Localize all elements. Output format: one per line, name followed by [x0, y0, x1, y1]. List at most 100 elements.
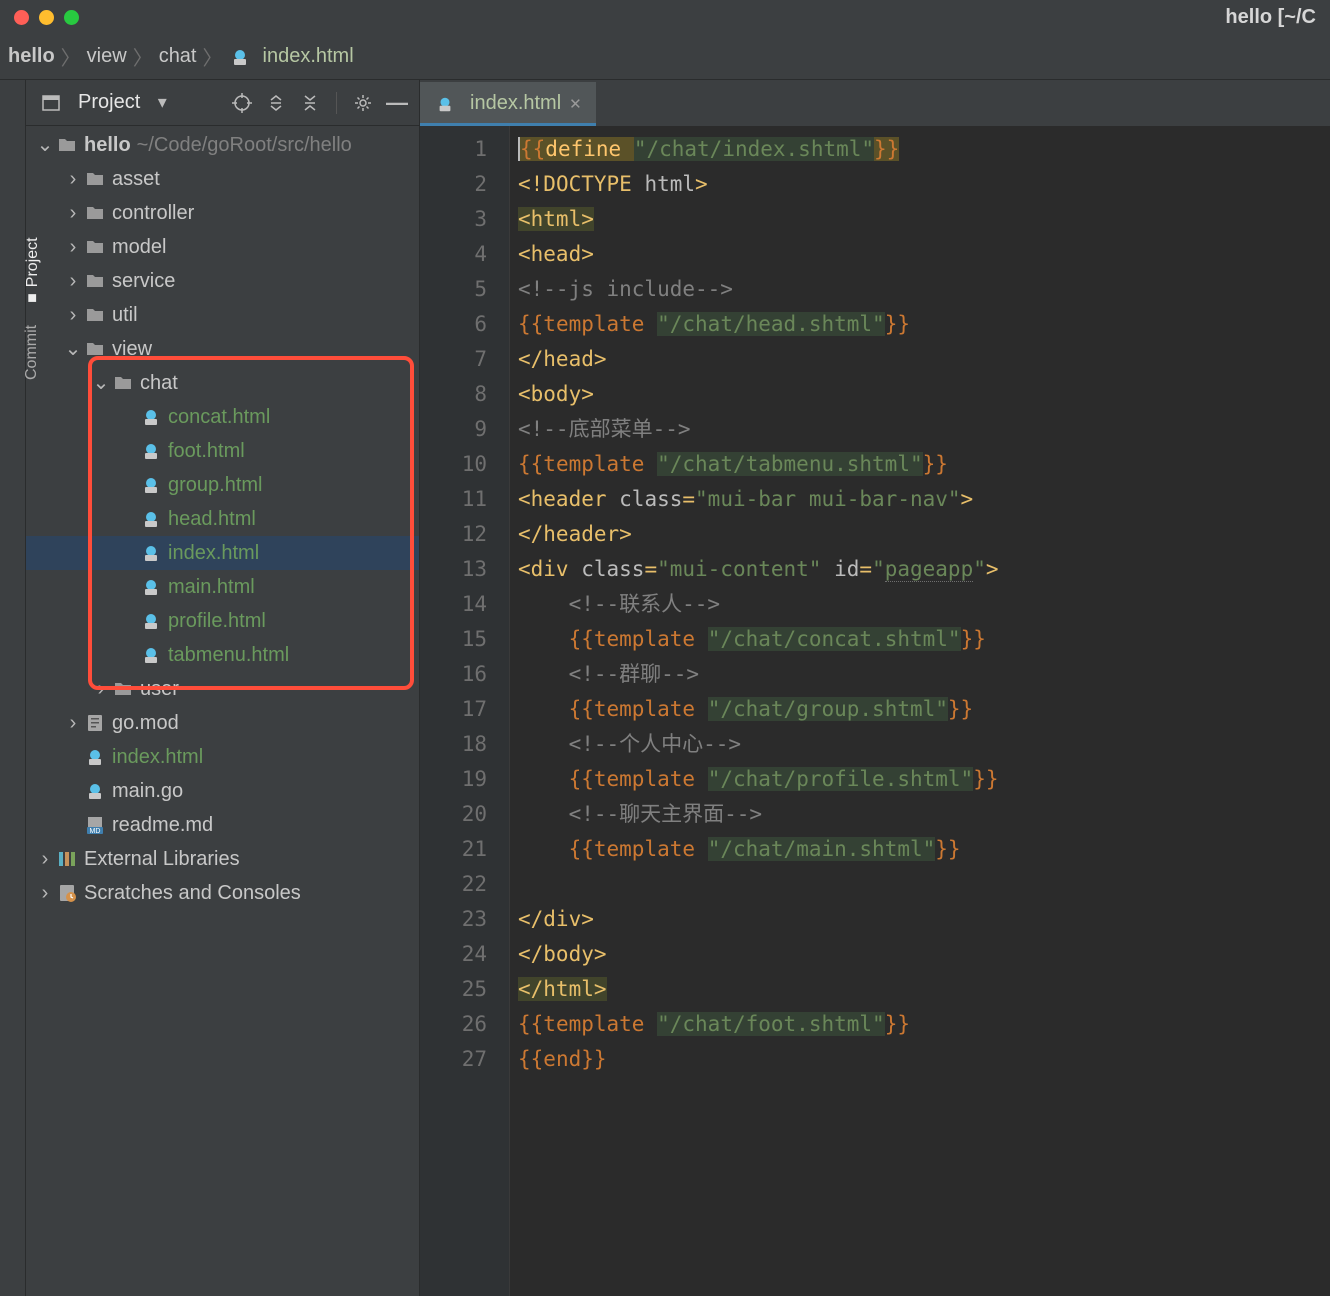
tree-file-readme.md[interactable]: ·MDreadme.md: [26, 808, 419, 842]
line-number[interactable]: 3: [420, 202, 487, 237]
code-line[interactable]: [518, 867, 1330, 902]
chevron-right-icon[interactable]: ›: [34, 842, 56, 876]
line-number[interactable]: 26: [420, 1007, 487, 1042]
code-line[interactable]: {{template "/chat/foot.shtml"}}: [518, 1007, 1330, 1042]
chevron-right-icon[interactable]: ›: [90, 672, 112, 706]
tree-folder-user[interactable]: ›user: [26, 672, 419, 706]
crumb-chat[interactable]: chat: [159, 45, 197, 68]
tree-folder-asset[interactable]: ›asset: [26, 162, 419, 196]
target-icon[interactable]: [230, 91, 254, 115]
project-tree[interactable]: ⌄hello~/Code/goRoot/src/hello›asset›cont…: [26, 126, 419, 1296]
code-line[interactable]: <body>: [518, 377, 1330, 412]
chevron-right-icon[interactable]: ›: [34, 876, 56, 910]
tab-index-html[interactable]: index.html ✕: [420, 82, 596, 126]
code-line[interactable]: <div class="mui-content" id="pageapp">: [518, 552, 1330, 587]
code-line[interactable]: <html>: [518, 202, 1330, 237]
tree-external-libraries[interactable]: ›External Libraries: [26, 842, 419, 876]
chevron-right-icon[interactable]: ›: [62, 162, 84, 196]
collapse-all-icon[interactable]: [298, 91, 322, 115]
line-number[interactable]: 15: [420, 622, 487, 657]
line-number[interactable]: 20: [420, 797, 487, 832]
line-number[interactable]: 17: [420, 692, 487, 727]
tree-root[interactable]: ⌄hello~/Code/goRoot/src/hello: [26, 128, 419, 162]
tree-folder-service[interactable]: ›service: [26, 264, 419, 298]
line-number[interactable]: 18: [420, 727, 487, 762]
tree-file-main.html[interactable]: ·main.html: [26, 570, 419, 604]
code-line[interactable]: </header>: [518, 517, 1330, 552]
line-number[interactable]: 1: [420, 132, 487, 167]
tree-folder-chat[interactable]: ⌄chat: [26, 366, 419, 400]
line-number[interactable]: 24: [420, 937, 487, 972]
chevron-right-icon[interactable]: ›: [62, 230, 84, 264]
code-line[interactable]: </body>: [518, 937, 1330, 972]
code-line[interactable]: <!--js include-->: [518, 272, 1330, 307]
code-editor[interactable]: 1234567891011121314151617181920212223242…: [420, 126, 1330, 1296]
line-number[interactable]: 2: [420, 167, 487, 202]
line-number[interactable]: 19: [420, 762, 487, 797]
code-line[interactable]: {{template "/chat/main.shtml"}}: [518, 832, 1330, 867]
code-line[interactable]: {{define "/chat/index.shtml"}}: [518, 132, 1330, 167]
code-line[interactable]: {{template "/chat/profile.shtml"}}: [518, 762, 1330, 797]
code-line[interactable]: {{end}}: [518, 1042, 1330, 1077]
code-line[interactable]: </div>: [518, 902, 1330, 937]
chevron-down-icon[interactable]: ▾: [150, 91, 174, 115]
expand-all-icon[interactable]: [264, 91, 288, 115]
code-line[interactable]: <!--群聊-->: [518, 657, 1330, 692]
tree-folder-util[interactable]: ›util: [26, 298, 419, 332]
code-line[interactable]: {{template "/chat/tabmenu.shtml"}}: [518, 447, 1330, 482]
chevron-right-icon[interactable]: ›: [62, 264, 84, 298]
line-number[interactable]: 7: [420, 342, 487, 377]
line-number[interactable]: 8: [420, 377, 487, 412]
chevron-down-icon[interactable]: ⌄: [90, 366, 112, 400]
crumb-current[interactable]: index.html: [263, 45, 354, 68]
line-number[interactable]: 11: [420, 482, 487, 517]
line-number[interactable]: 6: [420, 307, 487, 342]
tree-file-index.html[interactable]: ·index.html: [26, 536, 419, 570]
chevron-right-icon[interactable]: ›: [62, 298, 84, 332]
line-number[interactable]: 12: [420, 517, 487, 552]
tree-file-profile.html[interactable]: ·profile.html: [26, 604, 419, 638]
tree-file-head.html[interactable]: ·head.html: [26, 502, 419, 536]
panel-title[interactable]: Project: [78, 91, 140, 114]
maximize-window-button[interactable]: [64, 10, 79, 25]
close-window-button[interactable]: [14, 10, 29, 25]
line-number[interactable]: 16: [420, 657, 487, 692]
code-line[interactable]: {{template "/chat/head.shtml"}}: [518, 307, 1330, 342]
minimize-window-button[interactable]: [39, 10, 54, 25]
crumb-hello[interactable]: hello: [8, 45, 55, 68]
code-line[interactable]: </html>: [518, 972, 1330, 1007]
line-number[interactable]: 14: [420, 587, 487, 622]
code-line[interactable]: {{template "/chat/group.shtml"}}: [518, 692, 1330, 727]
line-number[interactable]: 27: [420, 1042, 487, 1077]
tree-folder-controller[interactable]: ›controller: [26, 196, 419, 230]
tree-file-foot.html[interactable]: ·foot.html: [26, 434, 419, 468]
chevron-down-icon[interactable]: ⌄: [34, 128, 56, 162]
line-number[interactable]: 25: [420, 972, 487, 1007]
chevron-down-icon[interactable]: ⌄: [62, 332, 84, 366]
code-line[interactable]: <!--联系人-->: [518, 587, 1330, 622]
line-number[interactable]: 22: [420, 867, 487, 902]
line-number[interactable]: 23: [420, 902, 487, 937]
crumb-view[interactable]: view: [87, 45, 127, 68]
line-number[interactable]: 13: [420, 552, 487, 587]
line-number[interactable]: 21: [420, 832, 487, 867]
gear-icon[interactable]: [351, 91, 375, 115]
line-number[interactable]: 10: [420, 447, 487, 482]
code-line[interactable]: <!--个人中心-->: [518, 727, 1330, 762]
tree-file-main.go[interactable]: ·main.go: [26, 774, 419, 808]
tree-file-go.mod[interactable]: ›go.mod: [26, 706, 419, 740]
code-line[interactable]: <!DOCTYPE html>: [518, 167, 1330, 202]
tree-folder-view[interactable]: ⌄view: [26, 332, 419, 366]
code-line[interactable]: <!--底部菜单-->: [518, 412, 1330, 447]
chevron-right-icon[interactable]: ›: [62, 706, 84, 740]
tree-file-index.html[interactable]: ·index.html: [26, 740, 419, 774]
code-line[interactable]: </head>: [518, 342, 1330, 377]
line-number[interactable]: 5: [420, 272, 487, 307]
tree-file-group.html[interactable]: ·group.html: [26, 468, 419, 502]
line-number[interactable]: 4: [420, 237, 487, 272]
code-line[interactable]: <header class="mui-bar mui-bar-nav">: [518, 482, 1330, 517]
tree-file-concat.html[interactable]: ·concat.html: [26, 400, 419, 434]
code-line[interactable]: {{template "/chat/concat.shtml"}}: [518, 622, 1330, 657]
tree-folder-model[interactable]: ›model: [26, 230, 419, 264]
hide-panel-icon[interactable]: —: [385, 91, 409, 115]
